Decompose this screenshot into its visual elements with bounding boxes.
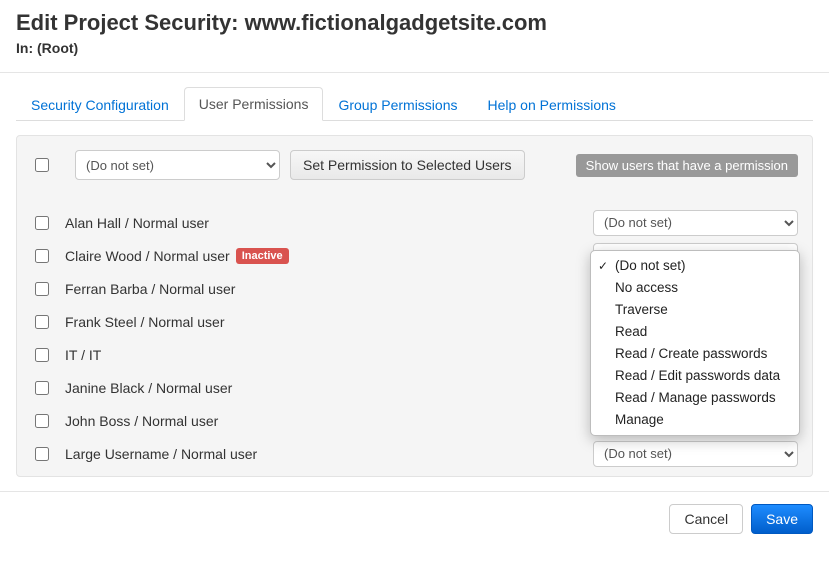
- permission-dropdown-menu[interactable]: (Do not set)No accessTraverseReadRead / …: [590, 250, 800, 436]
- user-name: Ferran Barba / Normal user: [65, 281, 235, 297]
- tab-help-on-permissions[interactable]: Help on Permissions: [473, 88, 631, 121]
- row-checkbox[interactable]: [35, 447, 49, 461]
- dropdown-item[interactable]: (Do not set): [591, 255, 799, 277]
- row-checkbox[interactable]: [35, 348, 49, 362]
- row-checkbox[interactable]: [35, 315, 49, 329]
- dropdown-item[interactable]: Read / Edit passwords data: [591, 365, 799, 387]
- user-permissions-panel: (Do not set) Set Permission to Selected …: [16, 135, 813, 477]
- tab-group-permissions[interactable]: Group Permissions: [323, 88, 472, 121]
- dropdown-item[interactable]: Traverse: [591, 299, 799, 321]
- tab-user-permissions[interactable]: User Permissions: [184, 87, 324, 121]
- tab-security-configuration[interactable]: Security Configuration: [16, 88, 184, 121]
- page-title: Edit Project Security: www.fictionalgadg…: [16, 10, 813, 36]
- row-checkbox[interactable]: [35, 282, 49, 296]
- user-name: Claire Wood / Normal user: [65, 248, 230, 264]
- row-checkbox[interactable]: [35, 414, 49, 428]
- user-name: John Boss / Normal user: [65, 413, 218, 429]
- tabs: Security Configuration User Permissions …: [16, 87, 813, 121]
- cancel-button[interactable]: Cancel: [669, 504, 743, 534]
- status-badge: Inactive: [236, 248, 289, 264]
- set-permission-button[interactable]: Set Permission to Selected Users: [290, 150, 525, 180]
- bulk-permission-select[interactable]: (Do not set): [75, 150, 280, 180]
- dropdown-item[interactable]: Manage: [591, 409, 799, 431]
- select-all-checkbox[interactable]: [35, 158, 49, 172]
- table-row: Alan Hall / Normal user (Do not set): [31, 206, 798, 239]
- dropdown-item[interactable]: Read / Create passwords: [591, 343, 799, 365]
- user-name: Frank Steel / Normal user: [65, 314, 225, 330]
- row-checkbox[interactable]: [35, 249, 49, 263]
- user-name: Alan Hall / Normal user: [65, 215, 209, 231]
- user-name: Janine Black / Normal user: [65, 380, 232, 396]
- row-permission-select[interactable]: (Do not set): [593, 210, 798, 236]
- dropdown-item[interactable]: No access: [591, 277, 799, 299]
- table-row: Large Username / Normal user (Do not set): [31, 437, 798, 470]
- breadcrumb: In: (Root): [16, 40, 813, 56]
- dropdown-item[interactable]: Read: [591, 321, 799, 343]
- row-permission-select[interactable]: (Do not set): [593, 441, 798, 467]
- dropdown-item[interactable]: Read / Manage passwords: [591, 387, 799, 409]
- save-button[interactable]: Save: [751, 504, 813, 534]
- row-checkbox[interactable]: [35, 216, 49, 230]
- show-users-with-permission-button[interactable]: Show users that have a permission: [576, 154, 798, 177]
- user-name: Large Username / Normal user: [65, 446, 257, 462]
- row-checkbox[interactable]: [35, 381, 49, 395]
- user-name: IT / IT: [65, 347, 101, 363]
